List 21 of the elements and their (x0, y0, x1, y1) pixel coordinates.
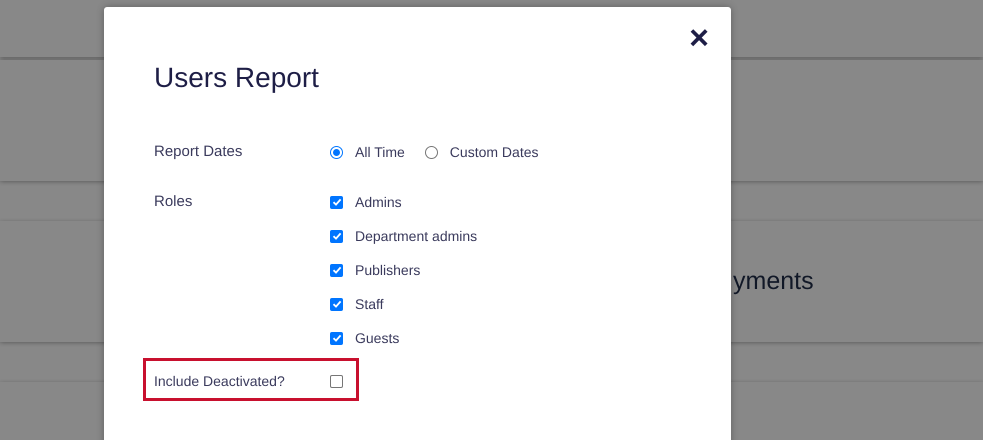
checkbox[interactable] (330, 264, 343, 276)
field-label: Report Dates (154, 142, 244, 162)
field-label: Roles (154, 192, 194, 212)
dialog-title: Users Report (154, 61, 320, 95)
radio-label: Custom Dates (450, 142, 538, 162)
checkbox-label: Admins (355, 192, 402, 212)
checkbox[interactable] (330, 332, 343, 344)
checkbox[interactable] (330, 375, 343, 388)
checkbox-label: Department admins (355, 226, 478, 246)
checkbox-label: Staff (355, 294, 384, 314)
checkbox-label: Guests (355, 328, 400, 348)
checkbox[interactable] (330, 298, 343, 310)
checkbox-label: Publishers (355, 260, 420, 280)
close-button[interactable]: × (689, 21, 709, 55)
field-label: Include Deactivated? (154, 372, 286, 391)
card-title: yments (733, 266, 814, 297)
radio-label: All Time (355, 142, 405, 162)
radio-button[interactable] (330, 146, 343, 158)
checkbox[interactable] (330, 196, 343, 208)
radio-button[interactable] (424, 146, 438, 158)
checkbox[interactable] (330, 230, 343, 242)
